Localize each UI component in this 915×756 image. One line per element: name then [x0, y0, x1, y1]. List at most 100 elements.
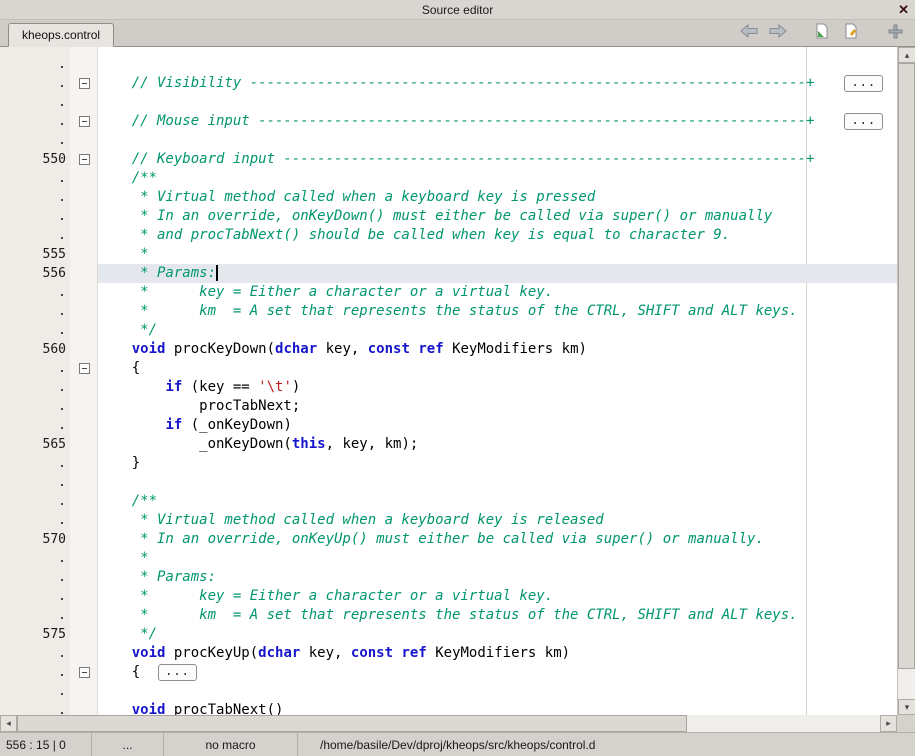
- code-line: . * Virtual method called when a keyboar…: [0, 188, 897, 207]
- code-line: 575 */: [0, 625, 897, 644]
- fold-collapse-icon[interactable]: [79, 154, 90, 165]
- fold-column: [70, 169, 98, 188]
- code-text[interactable]: // Mouse input -------------------------…: [98, 112, 897, 131]
- line-number: .: [0, 285, 70, 300]
- nav-back-button[interactable]: [739, 24, 759, 44]
- line-number: .: [0, 494, 70, 509]
- scroll-right-button[interactable]: ▸: [880, 715, 897, 732]
- fold-column: [70, 55, 98, 74]
- code-text[interactable]: * km = A set that represents the status …: [98, 302, 897, 321]
- file-path-cell: /home/basile/Dev/dproj/kheops/src/kheops…: [298, 733, 915, 756]
- fold-column: [70, 473, 98, 492]
- line-number: .: [0, 399, 70, 414]
- code-text[interactable]: {...: [98, 663, 897, 682]
- fold-column: [70, 74, 98, 93]
- code-text[interactable]: void procKeyUp(dchar key, const ref KeyM…: [98, 644, 897, 663]
- code-line: . * key = Either a character or a virtua…: [0, 587, 897, 606]
- code-text[interactable]: if (key == '\t'): [98, 378, 897, 397]
- vertical-scrollbar[interactable]: ▴ ▾: [897, 47, 915, 715]
- collapsed-fold-box[interactable]: ...: [844, 113, 883, 130]
- scroll-up-button[interactable]: ▴: [898, 47, 915, 63]
- tab-kheops-control[interactable]: kheops.control: [8, 23, 114, 47]
- fold-column: [70, 530, 98, 549]
- line-number: .: [0, 133, 70, 148]
- caret-position-cell: 556 : 15 | 0: [0, 733, 92, 756]
- code-text[interactable]: * km = A set that represents the status …: [98, 606, 897, 625]
- horizontal-scroll-track[interactable]: [17, 715, 880, 732]
- horizontal-scroll-thumb[interactable]: [17, 715, 687, 732]
- code-text[interactable]: * In an override, onKeyDown() must eithe…: [98, 207, 897, 226]
- fold-column: [70, 264, 98, 283]
- document-green-icon: [814, 23, 830, 44]
- code-line: . if (_onKeyDown): [0, 416, 897, 435]
- code-text[interactable]: procTabNext;: [98, 397, 897, 416]
- fold-collapse-icon[interactable]: [79, 363, 90, 374]
- document-edit-button[interactable]: [841, 24, 861, 44]
- code-line: . */: [0, 321, 897, 340]
- code-text[interactable]: * Virtual method called when a keyboard …: [98, 511, 897, 530]
- document-green-button[interactable]: [812, 24, 832, 44]
- code-text[interactable]: */: [98, 321, 897, 340]
- code-text[interactable]: *: [98, 245, 897, 264]
- line-number: .: [0, 703, 70, 715]
- code-editor[interactable]: .. // Visibility -----------------------…: [0, 47, 897, 715]
- nav-forward-button[interactable]: [768, 24, 788, 44]
- code-text[interactable]: void procKeyDown(dchar key, const ref Ke…: [98, 340, 897, 359]
- scroll-down-button[interactable]: ▾: [898, 699, 915, 715]
- split-view-button[interactable]: [885, 24, 905, 44]
- code-line: . // Visibility ------------------------…: [0, 74, 897, 93]
- fold-collapse-icon[interactable]: [79, 116, 90, 127]
- source-editor-window: Source editor ✕ kheops.control: [0, 0, 915, 756]
- horizontal-scrollbar[interactable]: ◂ ▸: [0, 715, 915, 732]
- line-number: .: [0, 114, 70, 129]
- code-text[interactable]: */: [98, 625, 897, 644]
- code-text[interactable]: * Params:: [98, 568, 897, 587]
- fold-column: [70, 321, 98, 340]
- vertical-scroll-track[interactable]: [898, 63, 915, 699]
- code-text[interactable]: * and procTabNext() should be called whe…: [98, 226, 897, 245]
- fold-collapse-icon[interactable]: [79, 667, 90, 678]
- line-number: 560: [0, 342, 70, 357]
- code-text[interactable]: if (_onKeyDown): [98, 416, 897, 435]
- tab-label: kheops.control: [22, 28, 100, 42]
- line-number: .: [0, 171, 70, 186]
- code-text[interactable]: /**: [98, 492, 897, 511]
- fold-column: [70, 378, 98, 397]
- fold-column: [70, 340, 98, 359]
- fold-column: [70, 549, 98, 568]
- code-lines: .. // Visibility -----------------------…: [0, 47, 897, 715]
- code-text[interactable]: _onKeyDown(this, key, km);: [98, 435, 897, 454]
- line-number: .: [0, 551, 70, 566]
- code-text[interactable]: // Visibility --------------------------…: [98, 74, 897, 93]
- code-text[interactable]: {: [98, 359, 897, 378]
- fold-collapse-icon[interactable]: [79, 78, 90, 89]
- code-line: 560 void procKeyDown(dchar key, const re…: [0, 340, 897, 359]
- tab-bar: kheops.control: [0, 20, 915, 47]
- code-text[interactable]: * key = Either a character or a virtual …: [98, 587, 897, 606]
- code-text[interactable]: * Params:: [98, 264, 897, 283]
- code-text[interactable]: void procTabNext(): [98, 701, 897, 715]
- scroll-left-button[interactable]: ◂: [0, 715, 17, 732]
- line-number: .: [0, 418, 70, 433]
- code-line: . * key = Either a character or a virtua…: [0, 283, 897, 302]
- code-text[interactable]: }: [98, 454, 897, 473]
- code-text[interactable]: // Keyboard input ----------------------…: [98, 150, 897, 169]
- collapsed-fold-box[interactable]: ...: [844, 75, 883, 92]
- code-line: . * km = A set that represents the statu…: [0, 606, 897, 625]
- code-text[interactable]: * Virtual method called when a keyboard …: [98, 188, 897, 207]
- line-number: 570: [0, 532, 70, 547]
- code-text[interactable]: *: [98, 549, 897, 568]
- code-text[interactable]: * key = Either a character or a virtual …: [98, 283, 897, 302]
- code-line: .: [0, 93, 897, 112]
- collapsed-fold-box[interactable]: ...: [158, 664, 197, 681]
- back-arrow-icon: [740, 24, 758, 43]
- code-text[interactable]: /**: [98, 169, 897, 188]
- code-text[interactable]: * In an override, onKeyUp() must either …: [98, 530, 897, 549]
- line-number: .: [0, 323, 70, 338]
- line-number: .: [0, 513, 70, 528]
- line-number: 556: [0, 266, 70, 281]
- vertical-scroll-thumb[interactable]: [898, 63, 915, 669]
- titlebar: Source editor ✕: [0, 0, 915, 20]
- code-line: . void procKeyUp(dchar key, const ref Ke…: [0, 644, 897, 663]
- close-icon[interactable]: ✕: [898, 1, 909, 19]
